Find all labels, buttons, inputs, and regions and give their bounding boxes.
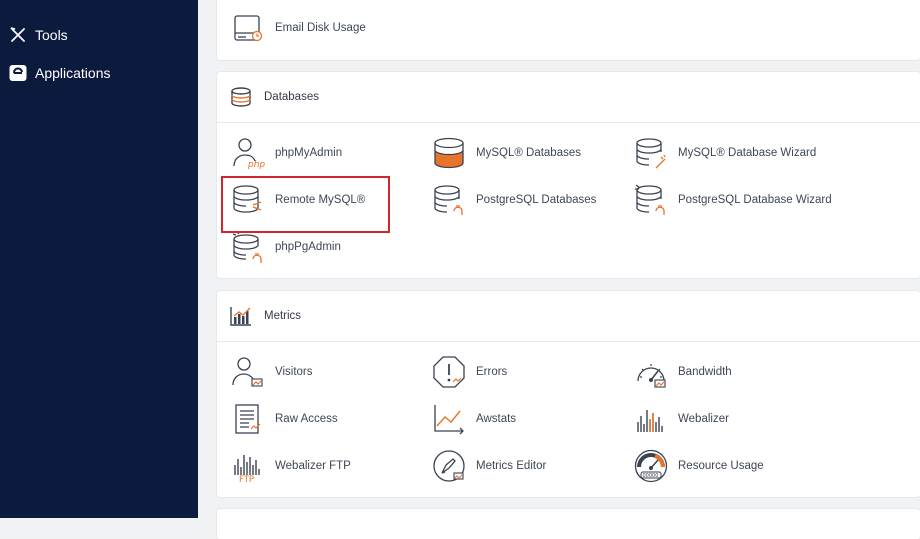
errors-link[interactable]: Errors <box>432 354 507 390</box>
postgresql-database-wizard-link[interactable]: PostgreSQL Database Wizard <box>634 182 832 218</box>
sidebar-item-label: Applications <box>35 65 111 81</box>
postgresql-database-wizard-icon <box>634 183 668 217</box>
metrics-panel: Metrics Visitors Errors Bandwidth Raw Ac… <box>217 291 920 497</box>
item-label: phpMyAdmin <box>275 147 343 159</box>
tools-icon <box>9 26 27 44</box>
raw-access-icon <box>231 402 265 436</box>
databases-panel: Databases php phpMyAdmin MySQL® Database… <box>217 72 920 278</box>
visitors-link[interactable]: Visitors <box>231 354 313 390</box>
webalizer-link[interactable]: Webalizer <box>634 401 729 437</box>
webalizer-icon <box>634 402 668 436</box>
phpmyadmin-link[interactable]: php phpMyAdmin <box>231 135 342 171</box>
visitors-icon <box>231 355 265 389</box>
metrics-panel-header: Metrics <box>217 291 920 342</box>
raw-access-link[interactable]: Raw Access <box>231 401 338 437</box>
remote-mysql-icon <box>231 183 265 217</box>
item-label: Metrics Editor <box>476 460 547 472</box>
item-label: Bandwidth <box>678 366 732 378</box>
email-disk-usage-icon <box>231 11 265 45</box>
item-label: MySQL® Databases <box>476 147 581 159</box>
phppgadmin-icon <box>231 230 265 264</box>
webalizer-ftp-icon: FTP <box>231 449 265 483</box>
panel-title: Databases <box>264 91 319 103</box>
svg-text:00000: 00000 <box>643 473 659 479</box>
item-label: Webalizer <box>678 413 729 425</box>
item-label: MySQL® Database Wizard <box>678 147 817 159</box>
errors-icon <box>432 355 466 389</box>
mysql-databases-link[interactable]: MySQL® Databases <box>432 135 581 171</box>
sidebar: Tools Applications <box>0 0 198 518</box>
mysql-databases-icon <box>432 136 466 170</box>
postgresql-databases-link[interactable]: PostgreSQL Databases <box>432 182 596 218</box>
awstats-link[interactable]: Awstats <box>432 401 516 437</box>
next-panel <box>217 509 920 539</box>
resource-usage-link[interactable]: 00000 Resource Usage <box>634 448 764 484</box>
phpmyadmin-icon: php <box>231 136 265 170</box>
phppgadmin-link[interactable]: phpPgAdmin <box>231 229 341 265</box>
databases-panel-header: Databases <box>217 72 920 123</box>
postgresql-databases-icon <box>432 183 466 217</box>
item-label: Errors <box>476 366 508 378</box>
item-label: Raw Access <box>275 413 338 425</box>
item-label: Awstats <box>476 413 517 425</box>
svg-text:FTP: FTP <box>239 475 254 483</box>
main-content: Email Disk Usage Databases php phpMyAdmi… <box>198 0 920 539</box>
bandwidth-link[interactable]: Bandwidth <box>634 354 732 390</box>
remote-mysql-link[interactable]: Remote MySQL® <box>231 182 365 218</box>
database-icon <box>230 87 252 107</box>
item-label: Resource Usage <box>678 460 764 472</box>
webalizer-ftp-link[interactable]: FTP Webalizer FTP <box>231 448 351 484</box>
item-label: phpPgAdmin <box>275 241 341 253</box>
mysql-database-wizard-icon <box>634 136 668 170</box>
item-label: PostgreSQL Database Wizard <box>678 194 832 206</box>
sidebar-item-tools[interactable]: Tools <box>9 22 68 48</box>
item-label: Visitors <box>275 366 313 378</box>
bandwidth-icon <box>634 355 668 389</box>
files-panel: Email Disk Usage <box>217 0 920 60</box>
mysql-database-wizard-link[interactable]: MySQL® Database Wizard <box>634 135 816 171</box>
applications-icon <box>9 64 27 82</box>
resource-usage-icon: 00000 <box>634 449 668 483</box>
email-disk-usage-link[interactable]: Email Disk Usage <box>231 10 366 46</box>
item-label: Webalizer FTP <box>275 460 351 472</box>
item-label: PostgreSQL Databases <box>476 194 597 206</box>
sidebar-item-applications[interactable]: Applications <box>9 60 111 86</box>
svg-text:php: php <box>247 160 265 170</box>
item-label: Email Disk Usage <box>275 22 366 34</box>
metrics-editor-icon <box>432 449 466 483</box>
sidebar-item-label: Tools <box>35 27 68 43</box>
item-label: Remote MySQL® <box>275 194 366 206</box>
metrics-chart-icon <box>230 306 252 326</box>
metrics-editor-link[interactable]: Metrics Editor <box>432 448 546 484</box>
panel-title: Metrics <box>264 310 302 322</box>
awstats-icon <box>432 402 466 436</box>
